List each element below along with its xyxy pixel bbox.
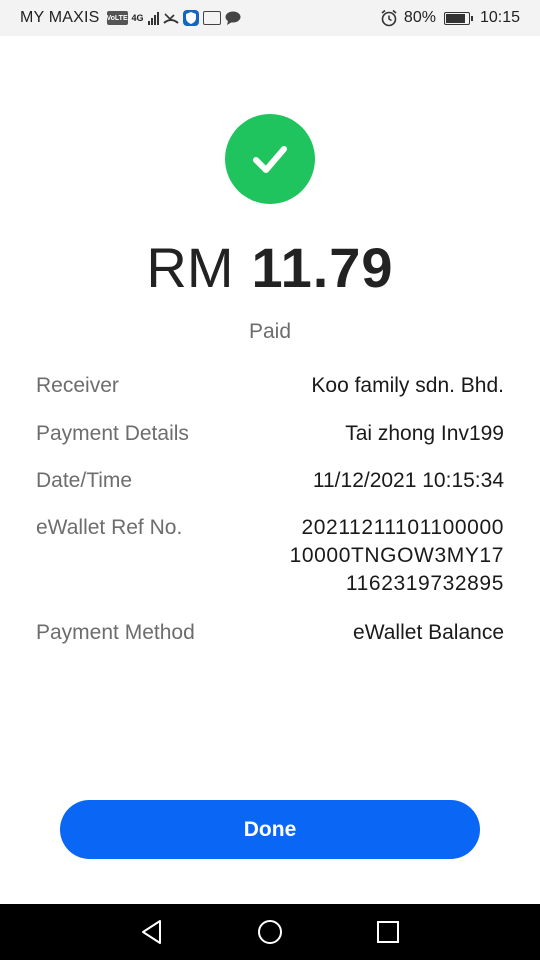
payment-details-label: Payment Details	[36, 422, 189, 445]
recents-icon[interactable]	[368, 912, 408, 952]
payment-method-row: Payment Method eWallet Balance	[36, 619, 504, 651]
home-icon[interactable]	[250, 912, 290, 952]
missed-call-icon	[162, 11, 179, 25]
volte-icon: VoLTE	[106, 11, 128, 25]
nfc-icon	[202, 11, 221, 25]
ewallet-ref-row: eWallet Ref No. 20211211101100000 10000T…	[36, 514, 504, 598]
battery-icon	[443, 11, 473, 25]
alarm-icon	[380, 9, 398, 27]
datetime-value: 11/12/2021 10:15:34	[312, 469, 504, 492]
battery-percent: 80%	[403, 9, 436, 26]
receiver-label: Receiver	[36, 374, 119, 397]
receiver-value: Koo family sdn. Bhd.	[311, 374, 504, 397]
amount-value: 11.79	[251, 236, 394, 299]
payment-details-value: Tai zhong Inv199	[345, 422, 504, 445]
ewallet-ref-line: 10000TNGOW3MY17	[289, 544, 504, 567]
system-nav-bar	[0, 904, 540, 960]
back-icon[interactable]	[132, 912, 172, 952]
payment-details-row: Payment Details Tai zhong Inv199	[36, 420, 504, 452]
amount-currency: RM	[146, 236, 234, 299]
signal-icon	[147, 11, 159, 25]
datetime-label: Date/Time	[36, 469, 133, 492]
done-button[interactable]: Done	[60, 800, 480, 859]
shield-icon	[182, 10, 199, 26]
ewallet-ref-line: 20211211101100000	[301, 516, 504, 539]
ewallet-ref-label: eWallet Ref No.	[36, 516, 183, 539]
receipt-details: Receiver Koo family sdn. Bhd. Payment De…	[36, 372, 504, 651]
ewallet-ref-line: 1162319732895	[345, 572, 504, 595]
payment-amount: RM 11.79	[0, 232, 540, 304]
checkmark-icon	[253, 146, 287, 173]
status-bar-right: 80% 10:15	[380, 9, 520, 27]
clock: 10:15	[479, 9, 520, 26]
message-icon	[225, 11, 241, 25]
payment-method-label: Payment Method	[36, 621, 195, 644]
success-checkmark-badge	[225, 114, 315, 204]
ewallet-ref-value: 20211211101100000 10000TNGOW3MY17 116231…	[290, 514, 504, 598]
status-bar: MY MAXIS VoLTE 4G 80% 10:15	[0, 0, 540, 36]
status-bar-left: MY MAXIS VoLTE 4G	[20, 9, 241, 27]
payment-method-value: eWallet Balance	[353, 621, 504, 644]
network-type: 4G	[131, 12, 144, 23]
battery-fill	[445, 13, 466, 23]
carrier-name: MY MAXIS	[20, 9, 100, 26]
datetime-row: Date/Time 11/12/2021 10:15:34	[36, 467, 504, 499]
receiver-row: Receiver Koo family sdn. Bhd.	[36, 372, 504, 404]
payment-status: Paid	[248, 320, 292, 343]
